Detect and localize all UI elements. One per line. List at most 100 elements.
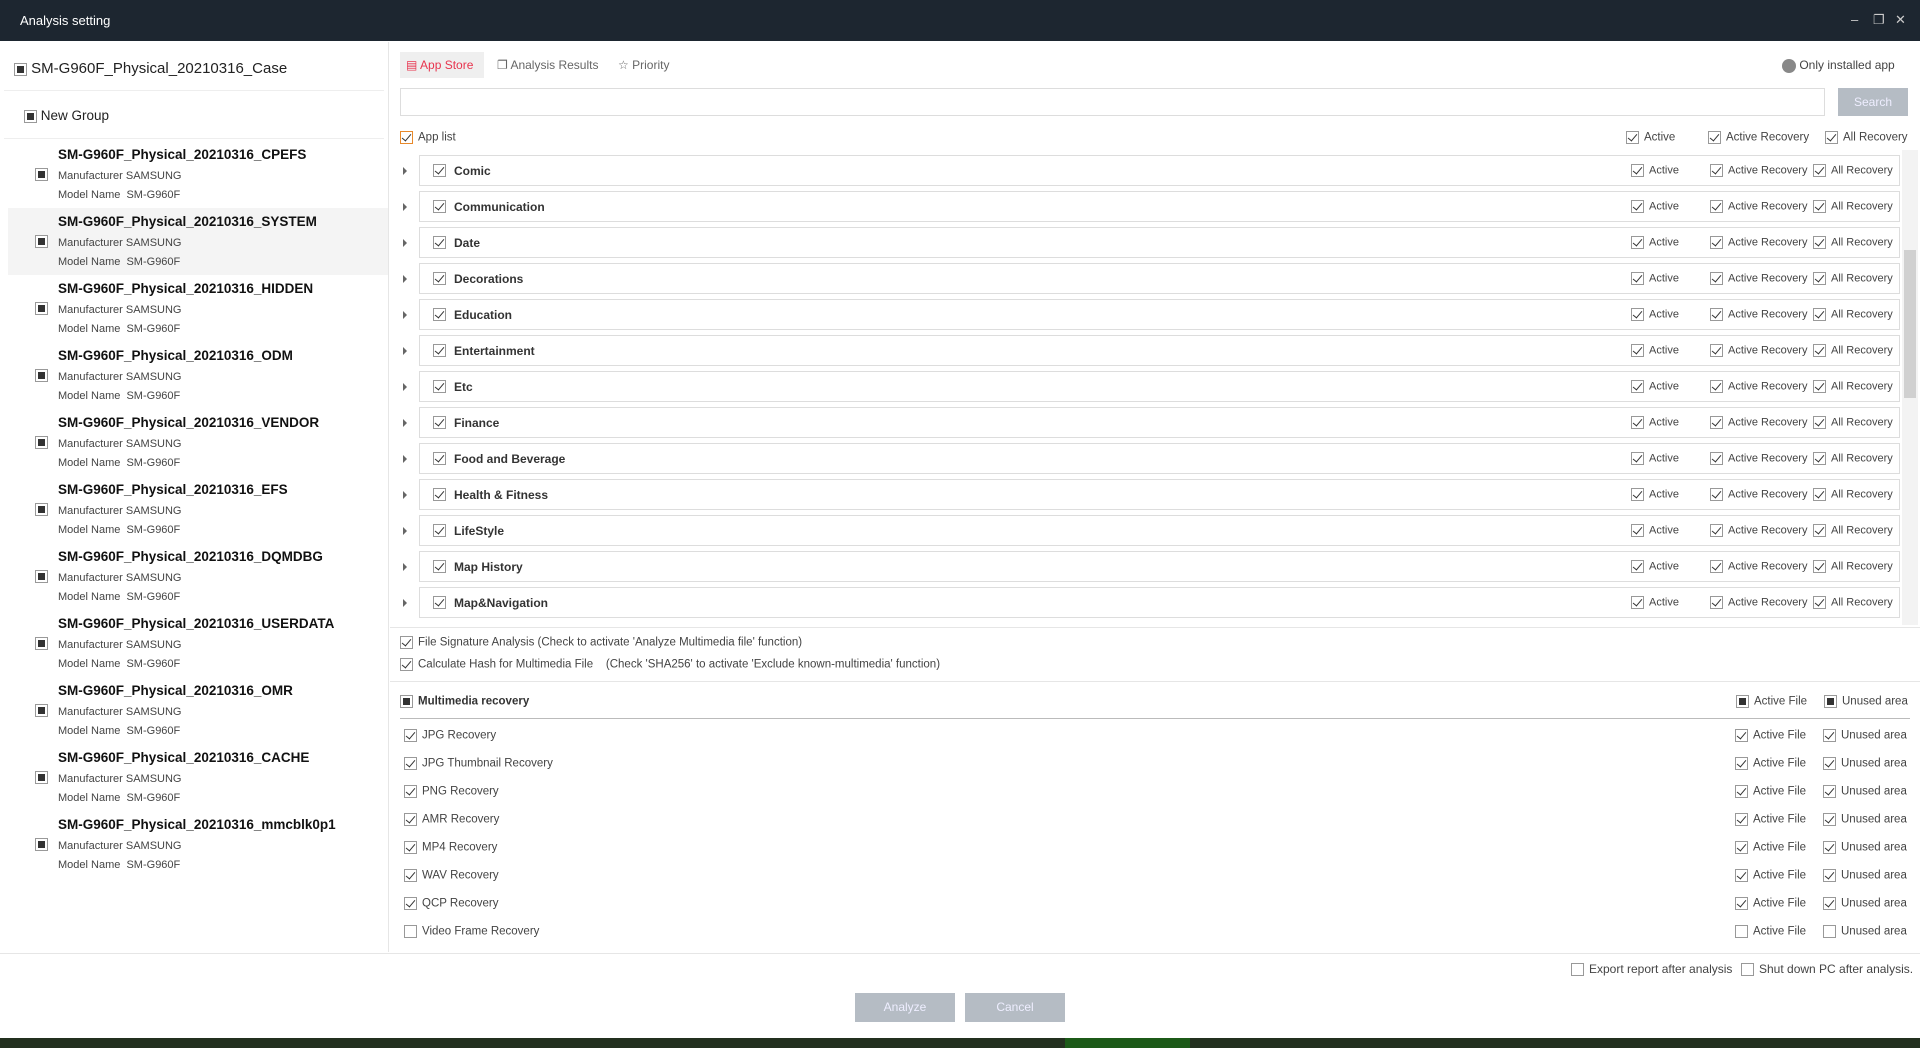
shutdown-checkbox[interactable]	[1741, 963, 1754, 977]
multimedia-unused-area[interactable]: Unused area	[1823, 869, 1907, 882]
multimedia-unused-area[interactable]: Unused area	[1823, 841, 1907, 854]
all-recovery-checkbox[interactable]	[1813, 344, 1826, 357]
multimedia-unused-area[interactable]: Unused area	[1823, 813, 1907, 826]
device-checkbox[interactable]	[35, 235, 48, 248]
device-item[interactable]: SM-G960F_Physical_20210316_CACHE Manufact…	[8, 744, 388, 811]
expand-arrow-icon[interactable]	[403, 275, 407, 283]
category-all-recovery[interactable]: All Recovery	[1813, 272, 1893, 285]
minimize-icon[interactable]: –	[1851, 12, 1858, 27]
file-signature-option[interactable]: File Signature Analysis (Check to activa…	[400, 636, 802, 649]
expand-arrow-icon[interactable]	[403, 347, 407, 355]
category-all-recovery[interactable]: All Recovery	[1813, 452, 1893, 465]
tab-priority[interactable]: ☆ Priority	[618, 52, 669, 78]
category-all-recovery[interactable]: All Recovery	[1813, 488, 1893, 501]
unused-area-checkbox[interactable]	[1823, 897, 1836, 910]
all-recovery-checkbox[interactable]	[1813, 200, 1826, 213]
mm-header-unused-area[interactable]: Unused area	[1824, 695, 1908, 708]
device-checkbox[interactable]	[35, 436, 48, 449]
device-item[interactable]: SM-G960F_Physical_20210316_OMR Manufactur…	[8, 677, 388, 744]
multimedia-unused-area[interactable]: Unused area	[1823, 897, 1907, 910]
category-all-recovery[interactable]: All Recovery	[1813, 560, 1893, 573]
only-installed-toggle[interactable]: Only installed app	[1782, 58, 1895, 73]
device-item[interactable]: SM-G960F_Physical_20210316_mmcblk0p1 Manu…	[8, 811, 388, 878]
active-recovery-checkbox[interactable]	[1710, 380, 1723, 393]
multimedia-active-file[interactable]: Active File	[1735, 785, 1806, 798]
unused-area-checkbox[interactable]	[1823, 813, 1836, 826]
multimedia-active-file[interactable]: Active File	[1735, 925, 1806, 938]
category-active-recovery[interactable]: Active Recovery	[1710, 524, 1807, 537]
mm-header-active-file[interactable]: Active File	[1736, 695, 1807, 708]
active-file-checkbox[interactable]	[1735, 897, 1748, 910]
category-active[interactable]: Active	[1631, 308, 1679, 321]
header-active[interactable]: Active	[1626, 131, 1675, 144]
multimedia-item[interactable]: WAV Recovery	[404, 869, 499, 882]
category-active[interactable]: Active	[1631, 596, 1679, 609]
active-file-checkbox[interactable]	[1735, 869, 1748, 882]
expand-arrow-icon[interactable]	[403, 599, 407, 607]
category-active[interactable]: Active	[1631, 200, 1679, 213]
active-file-checkbox[interactable]	[1735, 729, 1748, 742]
all-recovery-checkbox[interactable]	[1813, 488, 1826, 501]
category-checkbox[interactable]	[433, 164, 446, 177]
active-recovery-checkbox[interactable]	[1710, 200, 1723, 213]
unused-area-checkbox[interactable]	[1823, 785, 1836, 798]
expand-arrow-icon[interactable]	[403, 419, 407, 427]
active-checkbox[interactable]	[1631, 596, 1644, 609]
category-checkbox[interactable]	[433, 380, 446, 393]
category-active[interactable]: Active	[1631, 272, 1679, 285]
expand-arrow-icon[interactable]	[403, 167, 407, 175]
category-all-recovery[interactable]: All Recovery	[1813, 308, 1893, 321]
multimedia-item-checkbox[interactable]	[404, 729, 417, 742]
case-checkbox[interactable]	[14, 62, 27, 76]
unused-area-checkbox[interactable]	[1823, 729, 1836, 742]
scrollbar[interactable]	[1902, 150, 1918, 625]
scrollbar-thumb[interactable]	[1904, 250, 1916, 398]
device-item[interactable]: SM-G960F_Physical_20210316_SYSTEM Manufac…	[8, 208, 388, 275]
active-recovery-checkbox[interactable]	[1710, 416, 1723, 429]
category-all-recovery[interactable]: All Recovery	[1813, 164, 1893, 177]
active-recovery-checkbox[interactable]	[1710, 596, 1723, 609]
multimedia-item[interactable]: JPG Thumbnail Recovery	[404, 757, 553, 770]
device-item[interactable]: SM-G960F_Physical_20210316_USERDATA Manuf…	[8, 610, 388, 677]
category-checkbox[interactable]	[433, 308, 446, 321]
multimedia-unused-area[interactable]: Unused area	[1823, 785, 1907, 798]
multimedia-active-file[interactable]: Active File	[1735, 757, 1806, 770]
multimedia-active-file[interactable]: Active File	[1735, 841, 1806, 854]
active-file-checkbox[interactable]	[1735, 841, 1748, 854]
multimedia-item[interactable]: JPG Recovery	[404, 729, 496, 742]
category-checkbox[interactable]	[433, 596, 446, 609]
device-checkbox[interactable]	[35, 369, 48, 382]
expand-arrow-icon[interactable]	[403, 311, 407, 319]
category-checkbox[interactable]	[433, 236, 446, 249]
all-recovery-checkbox[interactable]	[1813, 164, 1826, 177]
tab-analysis-results[interactable]: ❐ Analysis Results	[497, 52, 598, 78]
category-checkbox[interactable]	[433, 524, 446, 537]
category-active[interactable]: Active	[1631, 380, 1679, 393]
active-recovery-checkbox[interactable]	[1710, 560, 1723, 573]
category-active-recovery[interactable]: Active Recovery	[1710, 560, 1807, 573]
all-recovery-checkbox[interactable]	[1813, 560, 1826, 573]
device-item[interactable]: SM-G960F_Physical_20210316_HIDDEN Manufac…	[8, 275, 388, 342]
cancel-button[interactable]: Cancel	[965, 993, 1065, 1022]
category-active-recovery[interactable]: Active Recovery	[1710, 272, 1807, 285]
multimedia-unused-area[interactable]: Unused area	[1823, 729, 1907, 742]
active-checkbox[interactable]	[1631, 416, 1644, 429]
category-active[interactable]: Active	[1631, 344, 1679, 357]
multimedia-checkbox[interactable]	[400, 695, 413, 708]
multimedia-active-file[interactable]: Active File	[1735, 897, 1806, 910]
active-file-checkbox[interactable]	[1735, 813, 1748, 826]
device-checkbox[interactable]	[35, 570, 48, 583]
device-item[interactable]: SM-G960F_Physical_20210316_VENDOR Manufac…	[8, 409, 388, 476]
device-item[interactable]: SM-G960F_Physical_20210316_CPEFS Manufact…	[8, 141, 388, 208]
device-checkbox[interactable]	[35, 838, 48, 851]
close-icon[interactable]: ✕	[1895, 12, 1906, 28]
category-checkbox[interactable]	[433, 200, 446, 213]
category-active-recovery[interactable]: Active Recovery	[1710, 344, 1807, 357]
multimedia-unused-area[interactable]: Unused area	[1823, 925, 1907, 938]
multimedia-recovery-toggle[interactable]: Multimedia recovery	[400, 695, 529, 708]
category-active-recovery[interactable]: Active Recovery	[1710, 308, 1807, 321]
expand-arrow-icon[interactable]	[403, 527, 407, 535]
mm-active-file-checkbox[interactable]	[1736, 695, 1749, 708]
expand-arrow-icon[interactable]	[403, 239, 407, 247]
category-active-recovery[interactable]: Active Recovery	[1710, 596, 1807, 609]
